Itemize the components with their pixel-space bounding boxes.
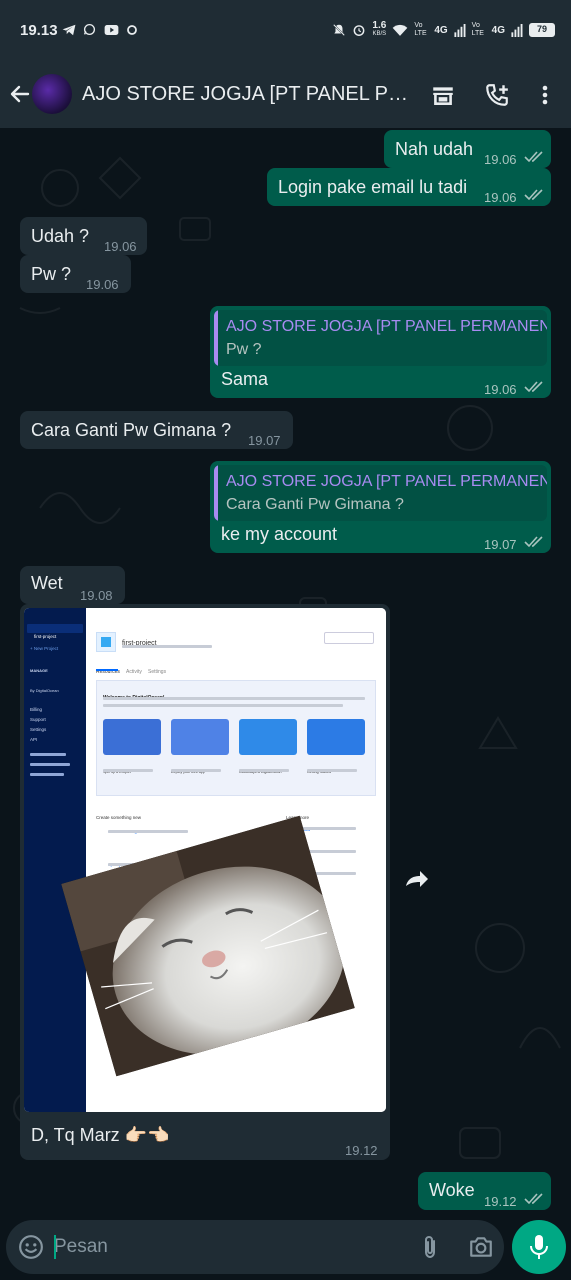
sim1-network: 4G [434,24,448,36]
message-incoming-image[interactable]: PROJECTS first-project + New Project MAN… [20,604,390,1160]
chat-area[interactable]: Nah udah 19.06 Login pake email lu tadi … [0,128,571,1220]
screenshot-api: API [30,737,38,742]
youtube-icon [104,25,119,35]
status-time: 19.13 [20,22,58,39]
sim2-label: Vo LTE [471,22,484,37]
message-text: Wet [31,573,63,593]
screenshot-card-title: Cloudways & DigitalOcean [239,770,282,774]
screenshot-card-title: Getting Started [307,770,332,774]
read-ticks-icon [524,381,543,393]
quote-bar [214,310,218,366]
chat-title[interactable]: AJO STORE JOGJA [PT PANEL PERMANEN] [82,83,414,106]
wifi-icon [392,24,408,36]
screenshot-card-title: Deploy your web app [171,770,205,774]
message-time: 19.06 [484,382,517,397]
quote-author: AJO STORE JOGJA [PT PANEL PERMANEN] [226,473,547,490]
message-text: Login pake email lu tadi [278,177,468,197]
contact-avatar[interactable] [32,74,72,114]
net-unit: KB/S [372,31,387,37]
message-text: Udah ? [31,226,90,246]
message-text: ke my account [221,524,338,544]
sim2-network: 4G [491,24,505,36]
message-caption: D, Tq Marz 👉🏻👈🏻 [31,1125,170,1145]
screenshot-card [103,719,161,755]
message-outgoing-reply[interactable]: AJO STORE JOGJA [PT PANEL PERMANEN] Cara… [210,461,551,553]
message-incoming[interactable]: Pw ? 19.06 [20,255,131,293]
screenshot-card [307,719,365,755]
message-time: 19.12 [484,1194,517,1209]
message-outgoing[interactable]: Nah udah 19.06 [384,130,551,168]
message-text: Woke [429,1180,475,1200]
image-attachment[interactable]: PROJECTS first-project + New Project MAN… [24,608,386,1112]
message-time: 19.07 [248,433,281,448]
screenshot-sidebar: PROJECTS first-project + New Project MAN… [24,608,86,1112]
more-options-icon[interactable] [533,82,557,108]
telegram-icon [62,24,76,36]
read-ticks-icon [524,151,543,163]
status-bar: 19.13 1.6 KB/S Vo LTE 4G Vo LTE 4G 79 [0,0,571,62]
add-call-icon[interactable] [484,82,510,108]
message-input[interactable] [54,1230,394,1264]
net-speed: 1.6 [372,20,387,31]
camera-icon[interactable] [468,1234,494,1260]
whatsapp-icon [84,23,96,36]
mute-icon [333,24,346,36]
attach-icon[interactable] [418,1234,442,1260]
message-text: Nah udah [395,139,474,159]
message-outgoing[interactable]: Login pake email lu tadi 19.06 [267,168,551,206]
notification-icons [62,23,138,39]
message-composer[interactable] [6,1220,504,1274]
read-ticks-icon [524,536,543,548]
message-incoming[interactable]: Udah ? 19.06 [20,217,147,255]
back-arrow-icon[interactable] [8,82,32,106]
quoted-message[interactable]: AJO STORE JOGJA [PT PANEL PERMANEN] Pw ? [214,310,547,366]
text-cursor [54,1235,56,1259]
quoted-message[interactable]: AJO STORE JOGJA [PT PANEL PERMANEN] Cara… [214,465,547,521]
message-incoming[interactable]: Wet 19.08 [20,566,125,604]
message-incoming[interactable]: Cara Ganti Pw Gimana ? 19.07 [20,411,293,449]
sim1-label: Vo LTE [414,22,427,37]
message-text: Pw ? [31,264,72,284]
alarm-icon [354,25,365,36]
screenshot-manage-label: MANAGE [30,668,48,673]
screenshot-card [239,719,297,755]
message-text: Cara Ganti Pw Gimana ? [31,420,232,440]
chat-header: AJO STORE JOGJA [PT PANEL PERMANEN] [0,62,571,128]
message-text: Sama [221,369,269,389]
screenshot-new-project: + New Project [30,646,59,651]
screenshot-card [171,719,229,755]
store-icon[interactable] [430,82,456,108]
quote-text: Cara Ganti Pw Gimana ? [226,496,404,513]
read-ticks-icon [524,189,543,201]
voice-record-button[interactable] [512,1220,566,1274]
circle-icon [127,25,137,35]
read-ticks-icon [524,1193,543,1205]
microphone-icon [530,1235,548,1259]
composer-bar [0,1220,571,1280]
quote-author: AJO STORE JOGJA [PT PANEL PERMANEN] [226,318,547,335]
battery-level: 79 [529,23,555,37]
status-right: 1.6 KB/S Vo LTE 4G Vo LTE 4G 79 [332,21,555,39]
screenshot-card-title: Spin up a Droplet [103,770,131,774]
message-outgoing-reply[interactable]: AJO STORE JOGJA [PT PANEL PERMANEN] Pw ?… [210,306,551,398]
message-time: 19.06 [484,190,517,205]
quote-bar [214,465,218,521]
signal-icon [511,23,523,37]
message-time: 19.07 [484,537,517,552]
message-time: 19.12 [345,1143,378,1158]
message-time: 19.06 [86,277,119,292]
quote-text: Pw ? [226,341,262,358]
screenshot-welcome-panel: Welcome to DigitalOcean! Spin up a Dropl… [96,680,376,796]
signal-icon [454,23,466,37]
forward-icon[interactable] [404,868,432,890]
screenshot-project-title: first-project [122,640,157,647]
emoji-icon[interactable] [18,1234,44,1260]
message-outgoing[interactable]: Woke 19.12 [418,1172,551,1210]
